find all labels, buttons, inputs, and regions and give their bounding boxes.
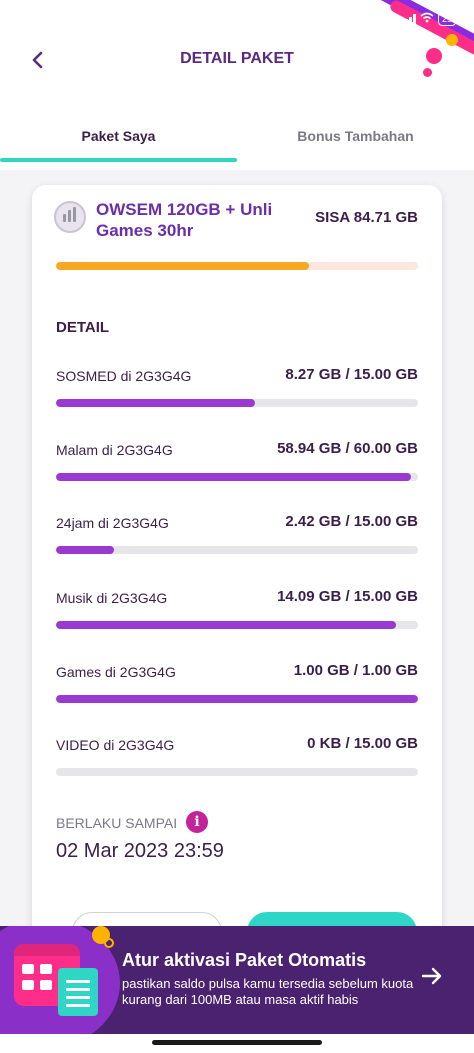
active-tab-indicator: [0, 158, 237, 162]
quota-label: 24jam di 2G3G4G: [56, 515, 169, 531]
quota-progress-track: [56, 695, 418, 703]
quota-value: 8.27 GB / 15.00 GB: [285, 366, 418, 383]
status-bar: 29: [400, 12, 456, 26]
banner-title: Atur aktivasi Paket Otomatis: [122, 950, 367, 970]
battery-icon: 29: [437, 12, 456, 26]
package-remaining: SISA 84.71 GB: [315, 209, 418, 226]
quota-progress-fill: [56, 621, 397, 629]
quota-label: SOSMED di 2G3G4G: [56, 368, 192, 384]
detail-heading: DETAIL: [56, 319, 110, 336]
quota-value: 1.00 GB / 1.00 GB: [293, 662, 418, 679]
banner-subtitle: pastikan saldo pulsa kamu tersedia sebel…: [122, 976, 414, 1007]
quota-progress-track: [56, 399, 418, 407]
bar-chart-icon: [54, 201, 86, 233]
top-bar: DETAIL PAKET: [0, 40, 474, 80]
quota-label: Malam di 2G3G4G: [56, 442, 173, 458]
quota-label: Musik di 2G3G4G: [56, 590, 168, 606]
quota-progress-track: [56, 621, 418, 629]
info-icon[interactable]: i: [186, 811, 208, 833]
home-indicator: [152, 1040, 322, 1045]
page-title: DETAIL PAKET: [180, 50, 294, 67]
tab-paket-saya[interactable]: Paket Saya: [0, 128, 237, 144]
quota-value: 2.42 GB / 15.00 GB: [285, 513, 418, 530]
document-icon: [58, 968, 98, 1016]
package-name: OWSEM 120GB + Unli Games 30hr: [96, 200, 273, 240]
quota-progress-track: [56, 546, 418, 554]
validity-label: BERLAKU SAMPAI: [56, 815, 178, 831]
validity-date: 02 Mar 2023 23:59: [56, 840, 224, 862]
quota-row-games: Games di 2G3G4G 1.00 GB / 1.00 GB: [56, 662, 418, 714]
quota-progress-fill: [56, 695, 418, 703]
quota-progress-fill: [56, 399, 256, 407]
quota-label: VIDEO di 2G3G4G: [56, 737, 175, 753]
package-progress-track: [56, 262, 418, 270]
wifi-icon: [420, 12, 434, 26]
signal-icon: [400, 13, 416, 25]
ring-icon: [104, 938, 114, 948]
quota-value: 0 KB / 15.00 GB: [307, 735, 418, 752]
quota-progress-fill: [56, 473, 411, 481]
quota-progress-fill: [56, 546, 114, 554]
quota-progress-track: [56, 768, 418, 776]
quota-row-sosmed: SOSMED di 2G3G4G 8.27 GB / 15.00 GB: [56, 366, 418, 418]
quota-value: 14.09 GB / 15.00 GB: [277, 588, 418, 605]
auto-activation-banner[interactable]: Atur aktivasi Paket Otomatis pastikan sa…: [0, 926, 474, 1034]
quota-label: Games di 2G3G4G: [56, 664, 176, 680]
quota-row-malam: Malam di 2G3G4G 58.94 GB / 60.00 GB: [56, 440, 418, 492]
tab-bar: Paket Saya Bonus Tambahan: [0, 120, 474, 164]
quota-row-24jam: 24jam di 2G3G4G 2.42 GB / 15.00 GB: [56, 513, 418, 565]
quota-value: 58.94 GB / 60.00 GB: [277, 440, 418, 457]
quota-row-musik: Musik di 2G3G4G 14.09 GB / 15.00 GB: [56, 588, 418, 640]
quota-row-video: VIDEO di 2G3G4G 0 KB / 15.00 GB: [56, 735, 418, 787]
arrow-right-icon[interactable]: [420, 964, 444, 988]
tab-bonus-tambahan[interactable]: Bonus Tambahan: [237, 128, 474, 144]
quota-progress-track: [56, 473, 418, 481]
package-card: OWSEM 120GB + Unli Games 30hr SISA 84.71…: [32, 185, 442, 952]
package-progress-fill: [56, 262, 310, 270]
